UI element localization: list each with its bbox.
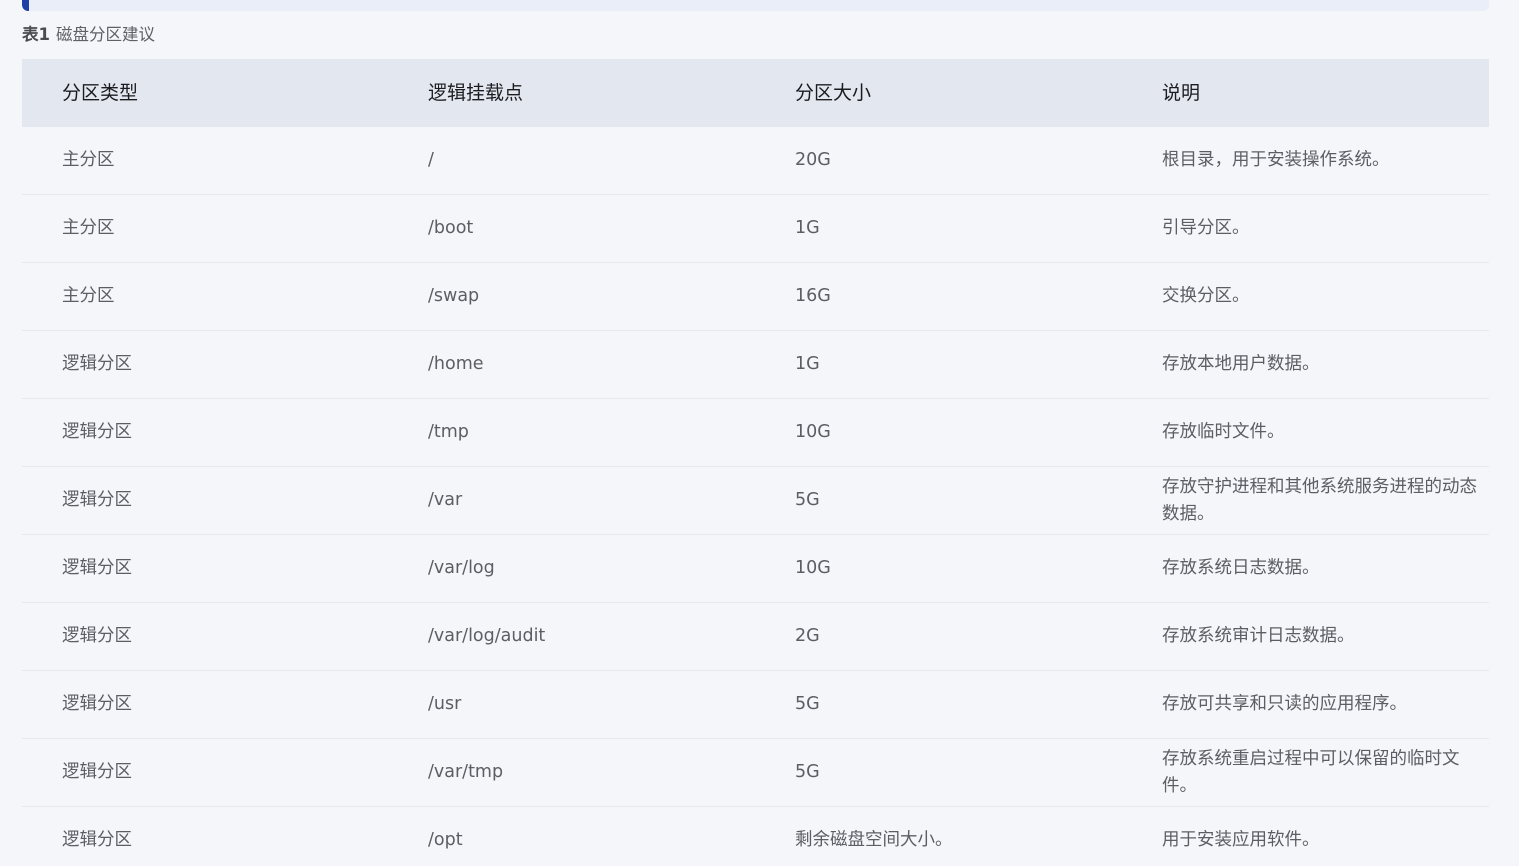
table-row: 逻辑分区 /usr 5G 存放可共享和只读的应用程序。 xyxy=(22,671,1489,739)
cell-description: 存放系统审计日志数据。 xyxy=(1162,626,1355,646)
cell-mount-point: /opt xyxy=(428,830,463,850)
table-header-row: 分区类型 逻辑挂载点 分区大小 说明 xyxy=(22,59,1489,127)
cell-partition-type: 主分区 xyxy=(62,150,115,170)
header-partition-size: 分区大小 xyxy=(795,81,872,104)
cell-partition-size: 20G xyxy=(795,150,831,170)
table-caption-number: 表1 xyxy=(22,25,50,44)
partition-table: 分区类型 逻辑挂载点 分区大小 说明 主分区 / 20G 根目录，用于安装操作系… xyxy=(22,59,1489,866)
table-row: 逻辑分区 /var/log/audit 2G 存放系统审计日志数据。 xyxy=(22,603,1489,671)
cell-description: 存放本地用户数据。 xyxy=(1162,354,1320,374)
cell-partition-type: 逻辑分区 xyxy=(62,558,132,578)
table-row: 主分区 /boot 1G 引导分区。 xyxy=(22,195,1489,263)
cell-description: 存放守护进程和其他系统服务进程的动态数据。 xyxy=(1162,476,1477,524)
cell-mount-point: /var/log xyxy=(428,558,495,578)
cell-description: 用于安装应用软件。 xyxy=(1162,830,1320,850)
header-partition-type: 分区类型 xyxy=(62,81,139,104)
cell-description: 存放临时文件。 xyxy=(1162,422,1285,442)
cell-mount-point: / xyxy=(428,150,434,170)
cell-mount-point: /var/tmp xyxy=(428,762,504,782)
table-row: 主分区 /swap 16G 交换分区。 xyxy=(22,263,1489,331)
cell-partition-type: 逻辑分区 xyxy=(62,626,132,646)
table-row: 逻辑分区 /var/tmp 5G 存放系统重启过程中可以保留的临时文件。 xyxy=(22,739,1489,807)
cell-partition-size: 5G xyxy=(795,694,820,714)
cell-mount-point: /var xyxy=(428,490,463,510)
cell-mount-point: /tmp xyxy=(428,422,469,442)
header-mount-point: 逻辑挂载点 xyxy=(428,81,524,104)
table-row: 逻辑分区 /var 5G 存放守护进程和其他系统服务进程的动态数据。 xyxy=(22,467,1489,535)
cell-partition-size: 1G xyxy=(795,218,820,238)
table-row: 主分区 / 20G 根目录，用于安装操作系统。 xyxy=(22,127,1489,195)
cell-partition-type: 逻辑分区 xyxy=(62,830,132,850)
table-row: 逻辑分区 /opt 剩余磁盘空间大小。 用于安装应用软件。 xyxy=(22,807,1489,866)
cell-description: 根目录，用于安装操作系统。 xyxy=(1162,150,1390,170)
cell-mount-point: /usr xyxy=(428,694,462,714)
cell-partition-size: 1G xyxy=(795,354,820,374)
cell-partition-size: 5G xyxy=(795,762,820,782)
cell-partition-type: 逻辑分区 xyxy=(62,422,132,442)
cell-partition-type: 主分区 xyxy=(62,218,115,238)
cell-mount-point: /var/log/audit xyxy=(428,626,546,646)
cell-description: 引导分区。 xyxy=(1162,218,1250,238)
cell-partition-type: 逻辑分区 xyxy=(62,762,132,782)
cell-partition-size: 2G xyxy=(795,626,820,646)
note-accent-bar xyxy=(22,0,29,11)
cell-mount-point: /swap xyxy=(428,286,480,306)
page: 表1 磁盘分区建议 分区类型 逻辑挂载点 分区大小 说明 主分区 / 20G 根目… xyxy=(0,0,1519,866)
cell-mount-point: /boot xyxy=(428,218,474,238)
cell-partition-type: 逻辑分区 xyxy=(62,490,132,510)
note-box xyxy=(22,0,1489,11)
cell-partition-type: 逻辑分区 xyxy=(62,354,132,374)
cell-partition-size: 5G xyxy=(795,490,820,510)
cell-partition-size: 10G xyxy=(795,422,831,442)
cell-partition-size: 16G xyxy=(795,286,831,306)
cell-mount-point: /home xyxy=(428,354,484,374)
table-caption: 表1 磁盘分区建议 xyxy=(22,24,155,46)
cell-description: 存放系统重启过程中可以保留的临时文件。 xyxy=(1162,748,1460,796)
table-row: 逻辑分区 /var/log 10G 存放系统日志数据。 xyxy=(22,535,1489,603)
cell-description: 交换分区。 xyxy=(1162,286,1250,306)
table-caption-title: 磁盘分区建议 xyxy=(55,25,155,44)
cell-partition-type: 主分区 xyxy=(62,286,115,306)
cell-partition-size: 剩余磁盘空间大小。 xyxy=(795,830,953,850)
table-row: 逻辑分区 /home 1G 存放本地用户数据。 xyxy=(22,331,1489,399)
header-description: 说明 xyxy=(1162,81,1201,104)
cell-partition-type: 逻辑分区 xyxy=(62,694,132,714)
table-row: 逻辑分区 /tmp 10G 存放临时文件。 xyxy=(22,399,1489,467)
cell-description: 存放系统日志数据。 xyxy=(1162,558,1320,578)
cell-description: 存放可共享和只读的应用程序。 xyxy=(1162,694,1407,714)
cell-partition-size: 10G xyxy=(795,558,831,578)
